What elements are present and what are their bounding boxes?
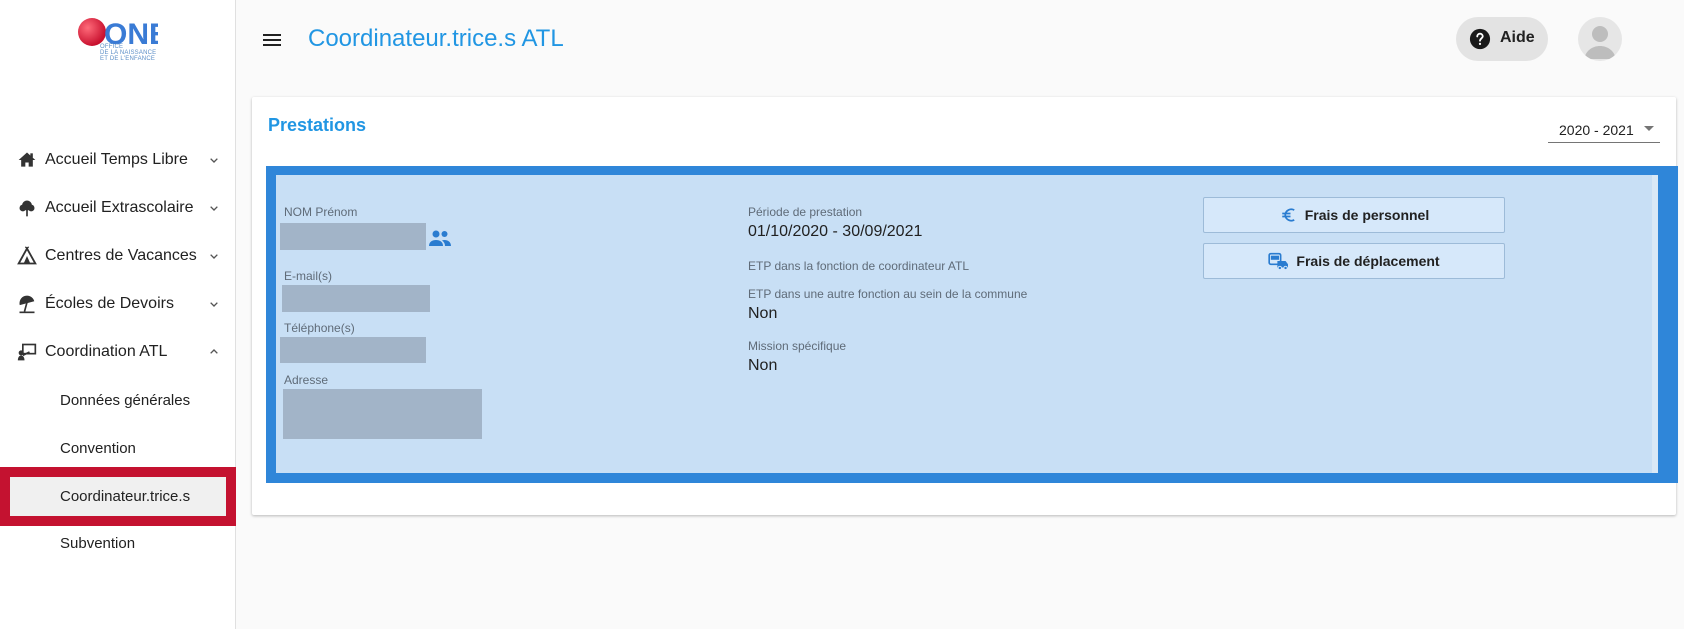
staff-costs-button[interactable]: Frais de personnel xyxy=(1203,197,1505,233)
sidebar-item-label: Coordination ATL xyxy=(45,343,168,360)
tent-icon xyxy=(16,245,38,267)
presenter-icon xyxy=(16,341,38,363)
sidebar-subitem-label: Données générales xyxy=(60,391,191,409)
sidebar-item-accueil-temps-libre[interactable]: Accueil Temps Libre xyxy=(0,140,236,180)
sidebar-subitem-donnees-generales[interactable]: Données générales xyxy=(0,380,236,420)
sidebar: ONE OFFICE DE LA NAISSANCE ET DE L'ENFAN… xyxy=(0,0,236,629)
euro-icon xyxy=(1282,208,1295,222)
sidebar-subitem-label: Convention xyxy=(60,439,136,457)
redacted-address xyxy=(283,389,482,439)
year-select[interactable]: 2020 - 2021 xyxy=(1548,113,1660,143)
help-label: Aide xyxy=(1500,29,1535,46)
period-value: 01/10/2020 - 30/09/2021 xyxy=(748,223,923,240)
vehicle-icon xyxy=(1268,252,1289,270)
sidebar-item-label: Centres de Vacances xyxy=(45,247,197,264)
coordinator-panel: NOM Prénom E-mail(s) Téléphone(s) Adress… xyxy=(276,175,1658,473)
sidebar-item-label: Écoles de Devoirs xyxy=(45,295,174,312)
redacted-email xyxy=(282,285,430,312)
tree-icon xyxy=(16,197,38,219)
sidebar-item-ecoles-de-devoirs[interactable]: Écoles de Devoirs xyxy=(0,284,236,324)
sidebar-item-accueil-extrascolaire[interactable]: Accueil Extrascolaire xyxy=(0,188,236,228)
sidebar-item-label: Accueil Extrascolaire xyxy=(45,199,194,216)
chevron-down-icon xyxy=(210,158,218,163)
period-label: Période de prestation xyxy=(748,205,863,219)
mission-value: Non xyxy=(748,357,778,374)
prestations-card: Prestations 2020 - 2021 NOM Prénom E-mai… xyxy=(252,97,1678,515)
year-select-value: 2020 - 2021 xyxy=(1559,122,1634,138)
etp-other-label: ETP dans une autre fonction au sein de l… xyxy=(748,287,1028,301)
avatar[interactable] xyxy=(1578,17,1622,61)
email-label: E-mail(s) xyxy=(284,269,332,283)
umbrella-icon xyxy=(16,293,38,315)
etp-other-value: Non xyxy=(748,305,778,322)
logo-subtitle-line: ET DE L'ENFANCE xyxy=(100,56,156,62)
help-button[interactable]: Aide xyxy=(1456,17,1548,61)
redacted-phone xyxy=(280,337,426,363)
mission-label: Mission spécifique xyxy=(748,339,847,353)
sidebar-item-centres-de-vacances[interactable]: Centres de Vacances xyxy=(0,236,236,276)
page-title: Coordinateur.trice.s ATL xyxy=(308,25,564,52)
user-avatar-icon xyxy=(1584,26,1616,59)
name-label: NOM Prénom xyxy=(284,205,358,219)
panel-scrollbar[interactable] xyxy=(1652,175,1658,473)
sidebar-item-label: Accueil Temps Libre xyxy=(45,151,188,168)
sidebar-subitem-label: Subvention xyxy=(60,534,136,552)
phone-label: Téléphone(s) xyxy=(284,321,355,335)
sidebar-subitem-coordinateurs[interactable]: Coordinateur.trice.s xyxy=(10,477,226,516)
travel-costs-label: Frais de déplacement xyxy=(1296,253,1440,269)
sidebar-subitem-label: Coordinateur.trice.s xyxy=(60,488,191,505)
travel-costs-button[interactable]: Frais de déplacement xyxy=(1203,243,1505,279)
redacted-name xyxy=(280,223,426,250)
house-icon xyxy=(16,149,38,171)
logo-subtitle: OFFICE DE LA NAISSANCE ET DE L'ENFANCE xyxy=(100,44,156,62)
highlight-frame: NOM Prénom E-mail(s) Téléphone(s) Adress… xyxy=(266,166,1678,483)
dropdown-arrow-icon xyxy=(1644,126,1654,131)
chevron-down-icon xyxy=(210,302,218,307)
staff-costs-label: Frais de personnel xyxy=(1304,207,1430,223)
people-icon[interactable] xyxy=(428,229,452,247)
chevron-down-icon xyxy=(210,206,218,211)
sidebar-item-coordination-atl[interactable]: Coordination ATL xyxy=(0,332,236,372)
chevron-down-icon xyxy=(210,254,218,259)
etp-coordinator-label: ETP dans la fonction de coordinateur ATL xyxy=(748,259,970,273)
hamburger-menu-icon[interactable] xyxy=(260,28,284,52)
chevron-up-icon xyxy=(210,349,218,354)
sidebar-subitem-convention[interactable]: Convention xyxy=(0,428,236,468)
sidebar-subitem-subvention[interactable]: Subvention xyxy=(0,523,236,563)
card-title: Prestations xyxy=(268,115,367,135)
help-icon xyxy=(1469,28,1491,50)
address-label: Adresse xyxy=(284,373,329,387)
